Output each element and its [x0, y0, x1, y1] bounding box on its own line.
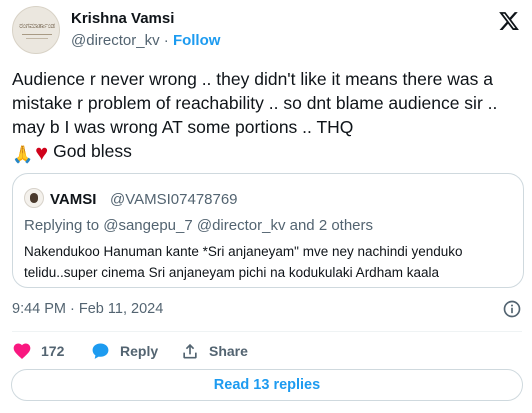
author-avatar[interactable]: ರಂಗಮಾರ್ತಾಂಡ: [12, 6, 60, 54]
avatar-logo-text: ರಂಗಮಾರ್ತಾಂಡ: [19, 22, 55, 30]
follow-button[interactable]: Follow: [173, 32, 221, 49]
avatar-decoration: [22, 34, 52, 35]
share-label: Share: [209, 343, 248, 359]
x-logo-icon[interactable]: [498, 10, 520, 32]
reply-bubble-icon: [92, 343, 109, 359]
author-handle[interactable]: @director_kv: [71, 32, 160, 49]
avatar-decoration: [26, 38, 48, 39]
read-replies-button[interactable]: Read 13 replies: [11, 369, 523, 401]
quoted-tweet[interactable]: VAMSI @VAMSI07478769 Replying to @sangep…: [12, 173, 524, 288]
author-name[interactable]: Krishna Vamsi: [71, 10, 174, 27]
share-icon: [183, 343, 197, 359]
red-heart-emoji: ♥: [35, 140, 49, 165]
divider: [12, 331, 522, 332]
quote-body: Nakendukoo Hanuman kante *Sri anjaneyam"…: [24, 244, 463, 280]
quote-author-avatar: [24, 188, 44, 208]
replying-mentions: @sangepu_7 @director_kv: [103, 217, 286, 234]
heart-icon: [13, 343, 31, 359]
info-icon[interactable]: [502, 299, 522, 319]
tweet-body-end: God bless: [48, 141, 132, 161]
reply-label: Reply: [120, 343, 159, 359]
share-button[interactable]: Share: [180, 340, 248, 362]
replying-prefix: Replying to: [24, 217, 104, 234]
tweet-header: ರಂಗಮಾರ್ತಾಂಡ Krishna Vamsi @director_kv ·…: [12, 6, 522, 56]
action-bar: 172 Reply Share: [12, 340, 522, 362]
avatar-figure: [30, 193, 38, 203]
like-button[interactable]: 172: [12, 340, 64, 362]
quote-replying-to: Replying to @sangepu_7 @director_kv and …: [24, 217, 373, 234]
like-count: 172: [41, 343, 65, 359]
tweet-text: Audience r never wrong .. they didn't li…: [12, 67, 522, 167]
reply-button[interactable]: Reply: [90, 340, 158, 362]
quote-author-name: VAMSI: [50, 191, 97, 208]
tweet-body: Audience r never wrong .. they didn't li…: [12, 69, 498, 137]
author-handle-row: @director_kv · Follow: [71, 32, 220, 49]
tweet-timestamp[interactable]: 9:44 PM · Feb 11, 2024: [12, 301, 163, 317]
handle-separator: ·: [159, 32, 173, 49]
folded-hands-emoji: 🙏: [12, 145, 34, 164]
replying-suffix: and 2 others: [285, 217, 374, 234]
quote-author-handle: @VAMSI07478769: [110, 191, 238, 208]
